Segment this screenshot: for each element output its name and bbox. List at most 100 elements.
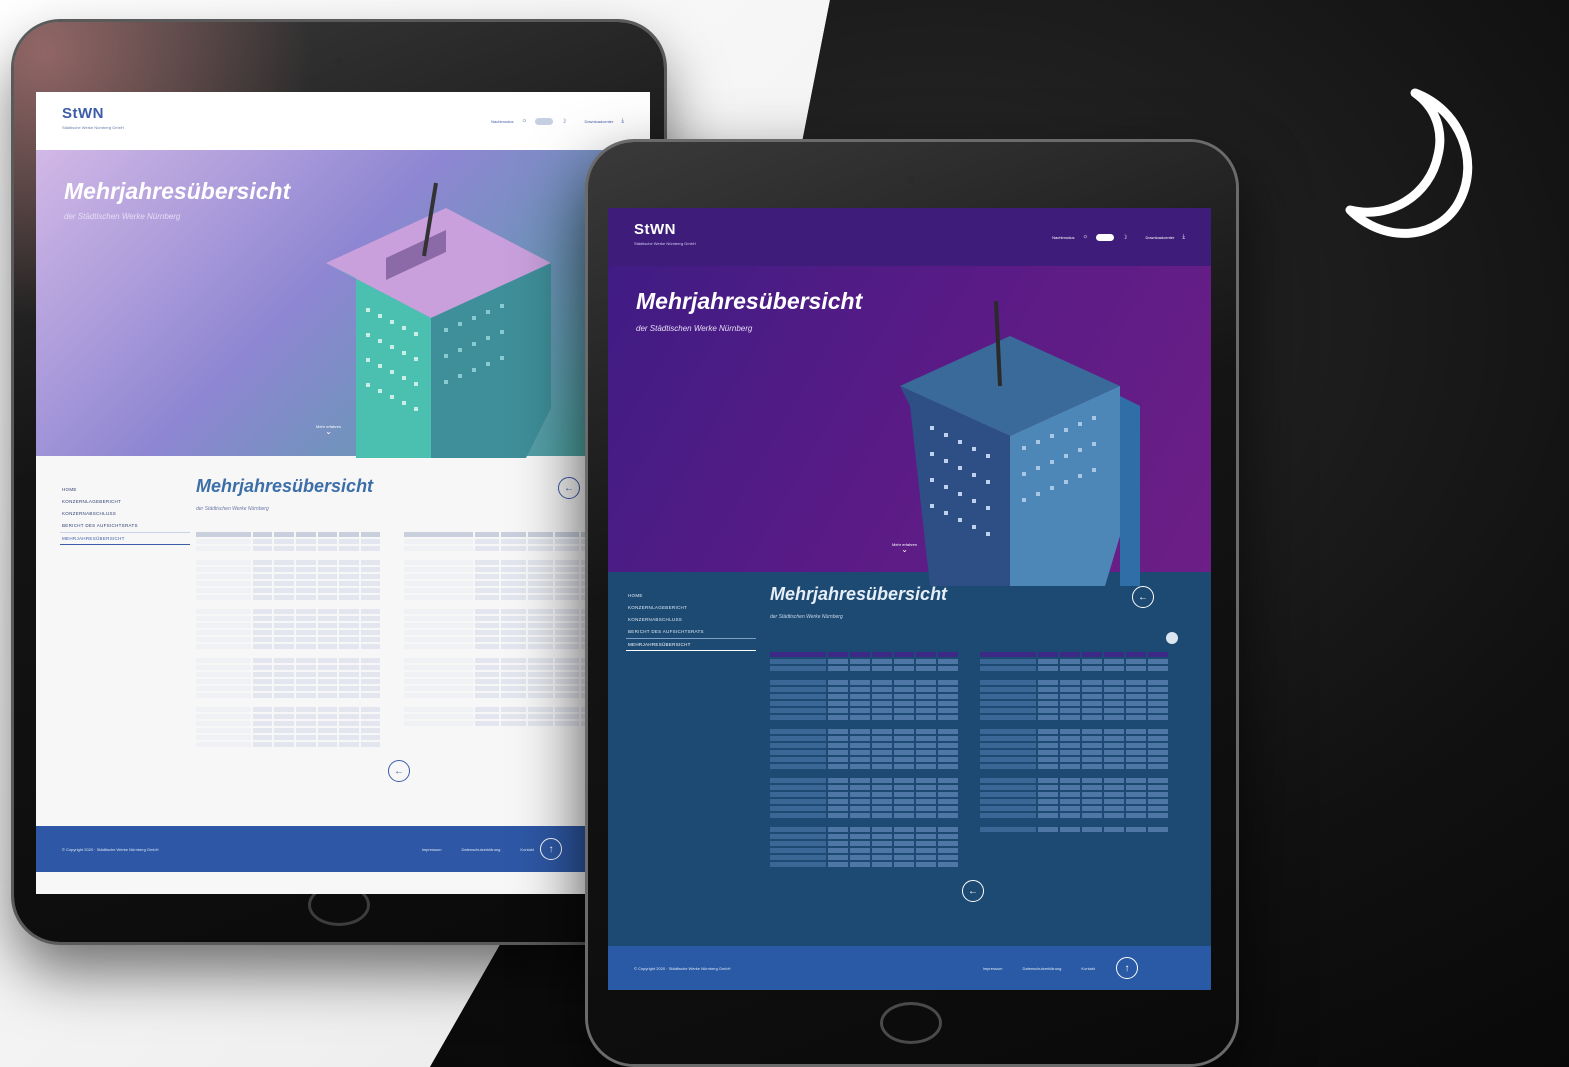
table-cell xyxy=(894,666,914,671)
table-row xyxy=(196,665,392,670)
table-cell xyxy=(1104,764,1124,769)
table-cell xyxy=(474,672,500,677)
night-mode-toggle[interactable] xyxy=(1096,233,1115,241)
table-cell xyxy=(1126,778,1146,783)
brand-logo[interactable]: StWN Städtische Werke Nürnberg GmbH xyxy=(62,106,124,135)
nav-item-multi-year-overview[interactable]: MEHRJAHRESÜBERSICHT xyxy=(60,532,190,545)
table-cell xyxy=(528,609,553,614)
table-cell xyxy=(274,581,295,586)
table-cell xyxy=(196,574,251,579)
table-cell xyxy=(196,532,251,537)
nav-item-home[interactable]: HOME xyxy=(626,590,756,602)
table-cell xyxy=(317,721,338,726)
table-cell xyxy=(404,714,473,719)
zoom-icon[interactable] xyxy=(1166,632,1178,644)
table-cell xyxy=(916,722,936,727)
table-cell xyxy=(872,855,892,860)
night-mode-toggle[interactable] xyxy=(535,117,554,125)
footer-link-imprint[interactable]: Impressum xyxy=(422,847,442,852)
table-cell xyxy=(894,687,914,692)
table-cell xyxy=(1126,701,1146,706)
table-cell xyxy=(360,644,381,649)
table-cell xyxy=(252,588,273,593)
table-cell xyxy=(1038,792,1058,797)
table-cell xyxy=(980,757,1036,762)
table-cell xyxy=(554,686,580,691)
back-button[interactable]: ← xyxy=(558,477,580,499)
table-cell xyxy=(317,588,338,593)
table-row xyxy=(980,722,1180,727)
table-cell xyxy=(274,644,295,649)
nav-item-supervisory-board-report[interactable]: BERICHT DES AUFSICHTSRATS xyxy=(60,520,190,532)
download-center-link[interactable]: Downloadcenter xyxy=(1145,235,1174,240)
sidebar-nav: HOME KONZERNLAGEBERICHT KONZERNABSCHLUSS… xyxy=(60,484,190,545)
home-button[interactable] xyxy=(880,1002,942,1044)
nav-item-multi-year-overview[interactable]: MEHRJAHRESÜBERSICHT xyxy=(626,638,756,651)
back-button-bottom[interactable]: ← xyxy=(962,880,984,902)
table-cell xyxy=(317,637,338,642)
footer-link-privacy[interactable]: Datenschutzerklärung xyxy=(462,847,501,852)
footer-link-imprint[interactable]: Impressum xyxy=(983,966,1003,971)
table-cell xyxy=(938,736,958,741)
table-cell xyxy=(980,827,1036,832)
table-cell xyxy=(554,672,580,677)
table-row xyxy=(980,736,1180,741)
footer-link-contact[interactable]: Kontakt xyxy=(1081,966,1095,971)
table-cell xyxy=(404,553,473,558)
brand-logo[interactable]: StWN Städtische Werke Nürnberg GmbH xyxy=(634,222,696,251)
table-row xyxy=(196,616,392,621)
table-cell xyxy=(1104,687,1124,692)
table-cell xyxy=(1060,813,1080,818)
table-row xyxy=(196,686,392,691)
table-cell xyxy=(317,532,338,537)
footer-link-privacy[interactable]: Datenschutzerklärung xyxy=(1023,966,1062,971)
table-cell xyxy=(501,609,527,614)
download-center-link[interactable]: Downloadcenter xyxy=(584,119,613,124)
table-cell xyxy=(252,581,273,586)
table-cell xyxy=(1060,680,1080,685)
table-cell xyxy=(501,665,527,670)
scroll-to-top-button[interactable]: ↑ xyxy=(1116,957,1138,979)
table-cell xyxy=(1060,785,1080,790)
nav-item-group-management-report[interactable]: KONZERNLAGEBERICHT xyxy=(626,602,756,614)
table-cell xyxy=(938,687,958,692)
table-cell xyxy=(872,694,892,699)
nav-item-financial-statements[interactable]: KONZERNABSCHLUSS xyxy=(60,508,190,520)
scroll-to-top-button[interactable]: ↑ xyxy=(540,838,562,860)
table-cell xyxy=(404,651,473,656)
table-cell xyxy=(196,679,251,684)
table-cell xyxy=(872,743,892,748)
table-cell xyxy=(1104,778,1124,783)
table-cell xyxy=(770,855,826,860)
table-cell xyxy=(980,666,1036,671)
table-cell xyxy=(1082,736,1102,741)
table-cell xyxy=(850,827,870,832)
table-cell xyxy=(916,659,936,664)
nav-item-supervisory-board-report[interactable]: BERICHT DES AUFSICHTSRATS xyxy=(626,626,756,638)
table-cell xyxy=(528,651,553,656)
hero-banner: Mehrjahresübersicht der Städtischen Werk… xyxy=(36,150,650,458)
table-cell xyxy=(501,686,527,691)
table-row xyxy=(196,553,392,558)
table-cell xyxy=(1148,757,1168,762)
screen-light: StWN Städtische Werke Nürnberg GmbH Nach… xyxy=(36,92,650,894)
table-cell xyxy=(938,659,958,664)
table-cell xyxy=(1038,708,1058,713)
table-row xyxy=(980,701,1180,706)
footer-link-contact[interactable]: Kontakt xyxy=(520,847,534,852)
back-button-bottom[interactable]: ← xyxy=(388,760,410,782)
table-cell xyxy=(938,757,958,762)
table-cell xyxy=(980,680,1036,685)
nav-item-financial-statements[interactable]: KONZERNABSCHLUSS xyxy=(626,614,756,626)
nav-item-group-management-report[interactable]: KONZERNLAGEBERICHT xyxy=(60,496,190,508)
nav-item-home[interactable]: HOME xyxy=(60,484,190,496)
table-cell xyxy=(894,764,914,769)
back-button[interactable]: ← xyxy=(1132,586,1154,608)
table-cell xyxy=(770,813,826,818)
table-cell xyxy=(1060,652,1080,657)
table-cell xyxy=(1082,694,1102,699)
table-cell xyxy=(980,799,1036,804)
table-cell xyxy=(980,771,1036,776)
table-cell xyxy=(404,532,473,537)
table-cell xyxy=(1060,729,1080,734)
